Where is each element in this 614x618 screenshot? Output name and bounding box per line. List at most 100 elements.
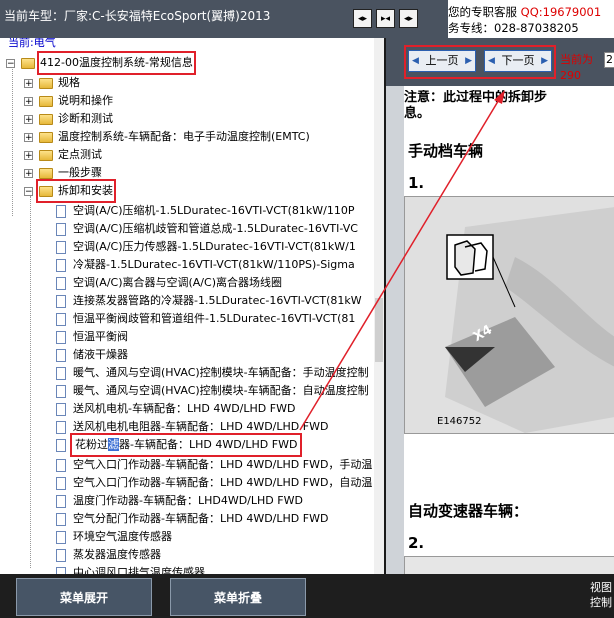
document-icon	[56, 366, 66, 380]
tree-root-label: 412-00温度控制系统-常规信息	[37, 51, 196, 75]
document-icon	[56, 384, 66, 398]
tree-doc-item-selected[interactable]: 花粉过滤器-车辆配备：LHD 4WD/LHD FWD	[56, 433, 303, 457]
page-number-input[interactable]: 2	[604, 52, 614, 68]
tree-folder-pinpoint[interactable]: + 定点测试	[24, 146, 102, 164]
tree-doc-item[interactable]: 送风机电机-车辆配备：LHD 4WD/LHD FWD	[56, 400, 295, 418]
arrow-right-icon: ▶	[465, 56, 472, 66]
document-icon	[56, 258, 66, 272]
collapse-icon[interactable]: −	[24, 186, 33, 196]
tree-doc-item[interactable]: 暖气、通风与空调(HVAC)控制模块-车辆配备：手动温度控制	[56, 364, 369, 382]
collapse-icon[interactable]: −	[6, 58, 15, 68]
document-content: 注意：此过程中的拆卸步 息。 手动档车辆 1. X4 E146752 自动变速器…	[404, 90, 614, 574]
folder-open-icon	[21, 57, 35, 69]
expand-icon[interactable]: +	[24, 78, 33, 88]
tree-doc-item[interactable]: 冷凝器-1.5LDuratec-16VTI-VCT(81kW/110PS)-Si…	[56, 256, 355, 274]
service-hotline: 务专线：028-87038205	[448, 21, 579, 35]
document-icon	[56, 348, 66, 362]
service-label: 您的专职客服	[448, 5, 517, 19]
arrow-left-icon: ◀	[412, 56, 419, 66]
folder-icon	[39, 113, 53, 125]
prev-page-button[interactable]: ◀ 上一页 ▶	[408, 50, 476, 72]
next-section-icon[interactable]: ◂▸	[399, 9, 418, 28]
tree-doc-item[interactable]: 空调(A/C)压缩机-1.5LDuratec-16VTI-VCT(81kW/11…	[56, 202, 355, 220]
service-info: 您的专职客服 QQ:19679001 务专线：028-87038205	[448, 0, 614, 40]
both-icon[interactable]: ▸◂	[376, 9, 395, 28]
expand-icon[interactable]: +	[24, 132, 33, 142]
procedure-figure: X4 E146752	[404, 196, 614, 434]
tree-doc-item[interactable]: 温度门作动器-车辆配备：LHD4WD/LHD FWD	[56, 492, 303, 510]
menu-collapse-button[interactable]: 菜单折叠	[170, 578, 306, 616]
document-icon	[56, 402, 66, 416]
auto-trans-heading: 自动变速器车辆：	[408, 502, 529, 520]
tree-doc-item[interactable]: 恒温平衡阀歧管和管道组件-1.5LDuratec-16VTI-VCT(81	[56, 310, 355, 328]
document-icon	[56, 312, 66, 326]
tree-doc-item[interactable]: 空气分配门作动器-车辆配备：LHD 4WD/LHD FWD	[56, 510, 328, 528]
tree-doc-item[interactable]: 恒温平衡阀	[56, 328, 128, 346]
document-icon	[56, 276, 66, 290]
expand-icon[interactable]: +	[24, 96, 33, 106]
tree-folder-specs[interactable]: + 规格	[24, 74, 80, 92]
current-page-info: 当前为 290	[560, 53, 593, 82]
step-1-number: 1.	[408, 174, 425, 192]
removal-folder-label-box: 拆卸和安装	[36, 179, 116, 203]
tree-folder-removal[interactable]: − 拆卸和安装	[24, 179, 116, 203]
expand-icon[interactable]: +	[24, 168, 33, 178]
menu-tree: 当前:电气 − 412-00温度控制系统-常规信息 + 规格 + 说明和操作 + 诊断…	[0, 38, 384, 574]
document-icon	[56, 204, 66, 218]
tree-doc-item[interactable]: 空气入口门作动器-车辆配备：LHD 4WD/LHD FWD，自动温	[56, 474, 372, 492]
figure-code: E146752	[437, 416, 482, 427]
document-icon	[56, 566, 66, 574]
tree-doc-item[interactable]: 空调(A/C)离合器与空调(A/C)离合器场线圈	[56, 274, 282, 292]
figure-illustration: X4	[405, 197, 614, 433]
note-line-2: 息。	[404, 106, 431, 121]
tree-doc-item[interactable]: 中心调风口排气温度传感器	[56, 564, 205, 574]
tree-doc-item[interactable]: 暖气、通风与空调(HVAC)控制模块-车辆配备：自动温度控制	[56, 382, 369, 400]
menu-expand-button[interactable]: 菜单展开	[16, 578, 152, 616]
document-icon	[56, 294, 66, 308]
car-model-label: 当前车型：厂家:C-长安福特EcoSport(翼搏)2013	[4, 9, 271, 23]
tree-doc-item[interactable]: 空调(A/C)压力传感器-1.5LDuratec-16VTI-VCT(81kW/…	[56, 238, 356, 256]
document-icon	[56, 330, 66, 344]
tree-folder-general[interactable]: + 一般步骤	[24, 164, 102, 182]
tree-doc-item[interactable]: 空气入口门作动器-车辆配备：LHD 4WD/LHD FWD，手动温	[56, 456, 372, 474]
next-page-button[interactable]: ◀ 下一页 ▶	[484, 50, 552, 72]
view-nav-buttons: ◂▸ ▸◂ ◂▸	[353, 9, 418, 28]
tree-folder-diagnostics[interactable]: + 诊断和测试	[24, 110, 113, 128]
tree-doc-item[interactable]: 蒸发器温度传感器	[56, 546, 161, 564]
tree-doc-item[interactable]: 环境空气温度传感器	[56, 528, 172, 546]
document-icon	[56, 420, 66, 434]
document-icon	[56, 476, 66, 490]
tree-current-label: 当前:电气	[8, 38, 56, 49]
service-qq[interactable]: QQ:19679001	[521, 5, 602, 19]
document-pane: ◀ 上一页 ▶ ◀ 下一页 ▶ 当前为 290 2 注意：此过程中的拆卸步 息。 手动档…	[386, 38, 614, 574]
step-2-number: 2.	[408, 534, 425, 552]
bottom-bar: 菜单展开 菜单折叠 视图 控制	[0, 574, 614, 618]
tree-folder-description[interactable]: + 说明和操作	[24, 92, 113, 110]
arrow-left-icon: ◀	[488, 56, 495, 66]
view-control-label[interactable]: 视图 控制	[590, 580, 612, 610]
tree-folder-emtc[interactable]: + 温度控制系统-车辆配备：电子手动温度控制(EMTC)	[24, 128, 310, 146]
document-icon	[56, 530, 66, 544]
folder-icon	[39, 149, 53, 161]
pager-bar: ◀ 上一页 ▶ ◀ 下一页 ▶ 当前为 290 2	[386, 38, 614, 86]
tree-doc-item[interactable]: 空调(A/C)压缩机歧管和管道总成-1.5LDuratec-16VTI-VC	[56, 220, 358, 238]
prev-section-icon[interactable]: ◂▸	[353, 9, 372, 28]
tree-doc-item[interactable]: 储液干燥器	[56, 346, 128, 364]
manual-vehicle-heading: 手动档车辆	[408, 142, 484, 160]
tree-scroll-thumb[interactable]	[375, 298, 383, 362]
document-icon	[56, 222, 66, 236]
selected-doc-label: 花粉过滤器-车辆配备：LHD 4WD/LHD FWD	[69, 433, 303, 457]
procedure-figure-2	[404, 556, 614, 574]
document-icon	[56, 494, 66, 508]
tree-root[interactable]: − 412-00温度控制系统-常规信息	[6, 51, 196, 75]
tree-doc-item[interactable]: 送风机电机电阻器-车辆配备：LHD 4WD/LHD FWD	[56, 418, 328, 436]
folder-icon	[39, 95, 53, 107]
folder-icon	[39, 77, 53, 89]
expand-icon[interactable]: +	[24, 114, 33, 124]
document-icon	[56, 438, 66, 452]
folder-icon	[39, 131, 53, 143]
folder-icon	[39, 167, 53, 179]
folder-open-icon	[39, 185, 53, 197]
tree-doc-item[interactable]: 连接蒸发器管路的冷凝器-1.5LDuratec-16VTI-VCT(81kW	[56, 292, 362, 310]
expand-icon[interactable]: +	[24, 150, 33, 160]
